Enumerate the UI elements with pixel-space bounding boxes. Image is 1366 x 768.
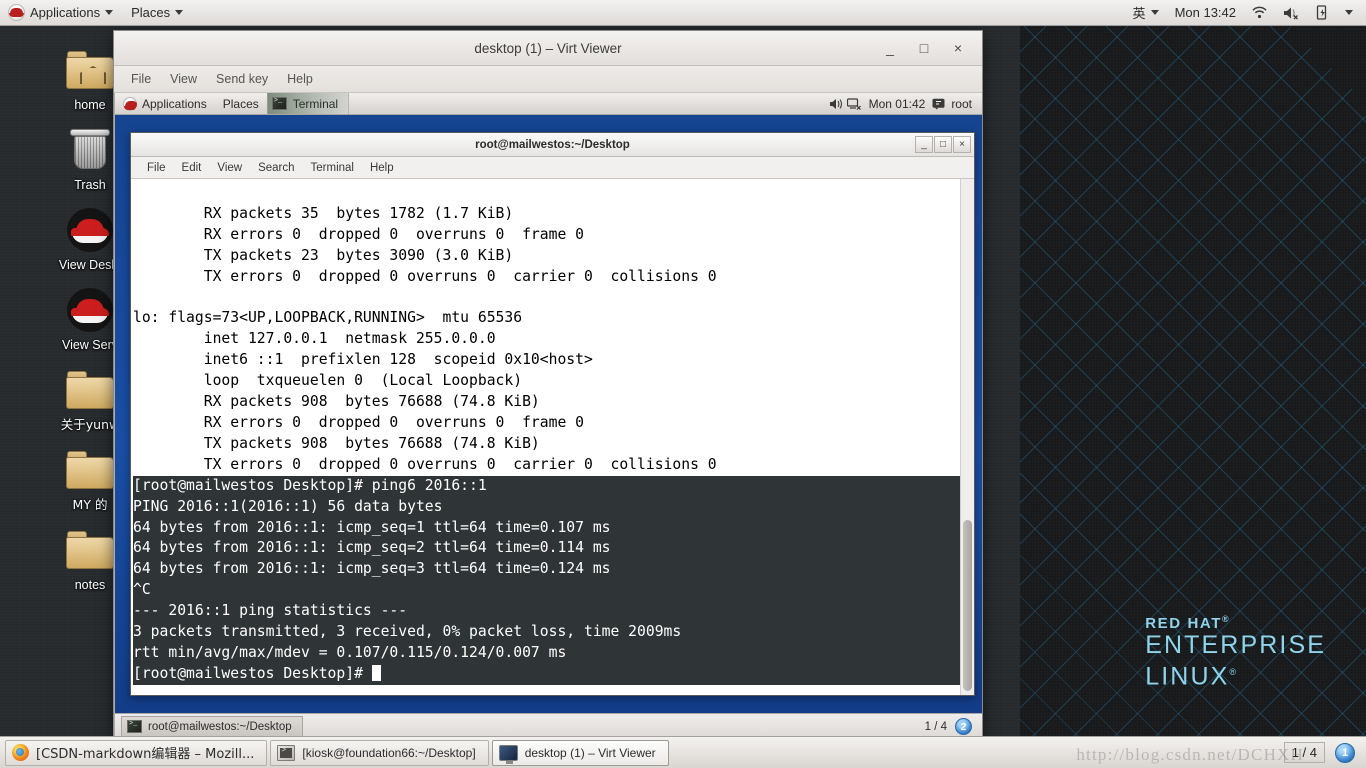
terminal-menubar: File Edit View Search Terminal Help [131,157,974,179]
virt-viewer-titlebar[interactable]: desktop (1) – Virt Viewer _ □ × [114,31,982,66]
host-places-label: Places [131,5,171,20]
host-clock[interactable]: Mon 13:42 [1168,0,1243,25]
host-clock-label: Mon 13:42 [1174,5,1236,20]
guest-window-task-terminal[interactable]: Terminal [266,93,350,114]
host-applications-label: Applications [30,5,101,20]
menu-view[interactable]: View [162,70,205,88]
chevron-down-icon [1150,10,1159,15]
terminal-icon [271,97,287,110]
terminal-icon [127,720,142,733]
virt-viewer-window[interactable]: desktop (1) – Virt Viewer _ □ × File Vie… [113,30,983,740]
rhel-branding: RED HAT® ENTERPRISE LINUX® [1145,613,1326,690]
taskbar-button-firefox[interactable]: [CSDN-markdown编辑器 – Mozill... [5,739,268,766]
firefox-icon [12,744,29,761]
terminal-prompt: [root@mailwestos Desktop]# [133,664,372,682]
brand-redhat: RED HAT [1145,614,1222,632]
close-button[interactable]: × [952,41,964,55]
terminal-icon [277,744,296,761]
volume-muted-icon[interactable] [1276,0,1307,25]
watermark: http://blog.csdn.net/DCHXH [1076,745,1304,764]
terminal-titlebar[interactable]: root@mailwestos:~/Desktop _ □ × [131,133,974,157]
host-applications-menu[interactable]: Applications [0,0,122,25]
host-places-menu[interactable]: Places [122,0,192,25]
input-method-indicator[interactable]: 英 [1126,0,1166,25]
guest-task-label: Terminal [292,96,339,111]
host-panel-tray: 英 Mon 13:42 [1126,0,1366,25]
terminal-scrollbar[interactable] [960,179,974,695]
guest-taskbar-button-terminal[interactable]: root@mailwestos:~/Desktop [121,716,303,737]
guest-panel-tray: Mon 01:42 root [829,93,982,114]
input-method-label: 英 [1132,7,1146,22]
guest-applications-label: Applications [142,96,207,111]
guest-pager-label: 1 / 4 [924,720,947,733]
chevron-down-icon [105,10,114,15]
terminal-body[interactable]: RX packets 35 bytes 1782 (1.7 KiB) RX er… [131,179,974,695]
taskbar-button-label: [CSDN-markdown编辑器 – Mozill... [36,747,255,762]
terminal-menu-help[interactable]: Help [362,162,402,174]
guest-clock[interactable]: Mon 01:42 [866,93,929,114]
maximize-button[interactable]: □ [918,41,930,55]
guest-network-disconnected-icon[interactable] [846,97,862,110]
taskbar-button-label: desktop (1) – Virt Viewer [524,745,656,760]
terminal-menu-file[interactable]: File [139,162,174,174]
monitor-icon [498,744,518,764]
terminal-window[interactable]: root@mailwestos:~/Desktop _ □ × File Edi… [130,132,975,696]
guest-places-label: Places [222,96,259,111]
guest-workspace-badge[interactable]: 2 [955,718,972,735]
chevron-down-icon [175,10,184,15]
taskbar-button-label: [kiosk@foundation66:~/Desktop] [302,745,476,760]
screen: RED HAT® ENTERPRISE LINUX® home Trash Vi… [0,0,1366,768]
redhat-logo-icon [123,96,137,111]
menu-help[interactable]: Help [279,70,321,88]
guest-taskbar-button-label: root@mailwestos:~/Desktop [148,720,292,733]
terminal-cursor [371,664,381,681]
minimize-button[interactable]: _ [884,41,896,55]
terminal-menu-terminal[interactable]: Terminal [303,162,362,174]
guest-screen[interactable]: Applications Places Terminal [114,93,982,739]
guest-top-panel: Applications Places Terminal [115,93,982,115]
guest-volume-icon[interactable] [829,98,843,110]
terminal-menu-edit[interactable]: Edit [174,162,210,174]
terminal-title: root@mailwestos:~/Desktop [475,138,630,151]
redhat-logo-icon [8,4,25,21]
brand-linux: LINUX [1145,662,1230,690]
terminal-menu-search[interactable]: Search [250,162,302,174]
guest-clock-label: Mon 01:42 [868,96,926,111]
terminal-selected-output: [root@mailwestos Desktop]# ping6 2016::1… [133,475,960,664]
host-top-panel: Applications Places 英 Mon 13:42 [0,0,1366,26]
menu-file[interactable]: File [123,70,159,88]
guest-user-icon[interactable] [932,98,945,110]
terminal-menu-view[interactable]: View [209,162,250,174]
terminal-scrollbar-thumb[interactable] [963,519,972,691]
virt-viewer-menubar: File View Send key Help [114,66,982,93]
virt-viewer-title: desktop (1) – Virt Viewer [474,40,622,56]
terminal-minimize-button[interactable]: _ [915,136,933,153]
terminal-prompt-line: [root@mailwestos Desktop]# [133,663,960,685]
guest-applications-menu[interactable]: Applications [115,93,215,114]
system-menu-button[interactable] [1338,0,1360,25]
guest-places-menu[interactable]: Places [215,93,267,114]
guest-user-label: root [951,96,972,111]
terminal-output[interactable]: RX packets 35 bytes 1782 (1.7 KiB) RX er… [131,179,960,695]
wifi-icon[interactable] [1245,0,1274,25]
guest-user[interactable]: root [949,93,974,114]
chevron-down-icon [1345,10,1353,15]
terminal-maximize-button[interactable]: □ [934,136,952,153]
brand-enterprise: ENTERPRISE [1145,630,1326,659]
terminal-close-button[interactable]: × [953,136,971,153]
taskbar-button-virt-viewer[interactable]: desktop (1) – Virt Viewer [491,739,669,766]
host-workspace-badge[interactable]: 1 [1335,742,1355,763]
taskbar-button-terminal[interactable]: [kiosk@foundation66:~/Desktop] [270,739,489,766]
battery-icon[interactable] [1309,0,1336,25]
menu-send-key[interactable]: Send key [208,70,276,88]
terminal-plain-output: RX packets 35 bytes 1782 (1.7 KiB) RX er… [133,204,717,473]
